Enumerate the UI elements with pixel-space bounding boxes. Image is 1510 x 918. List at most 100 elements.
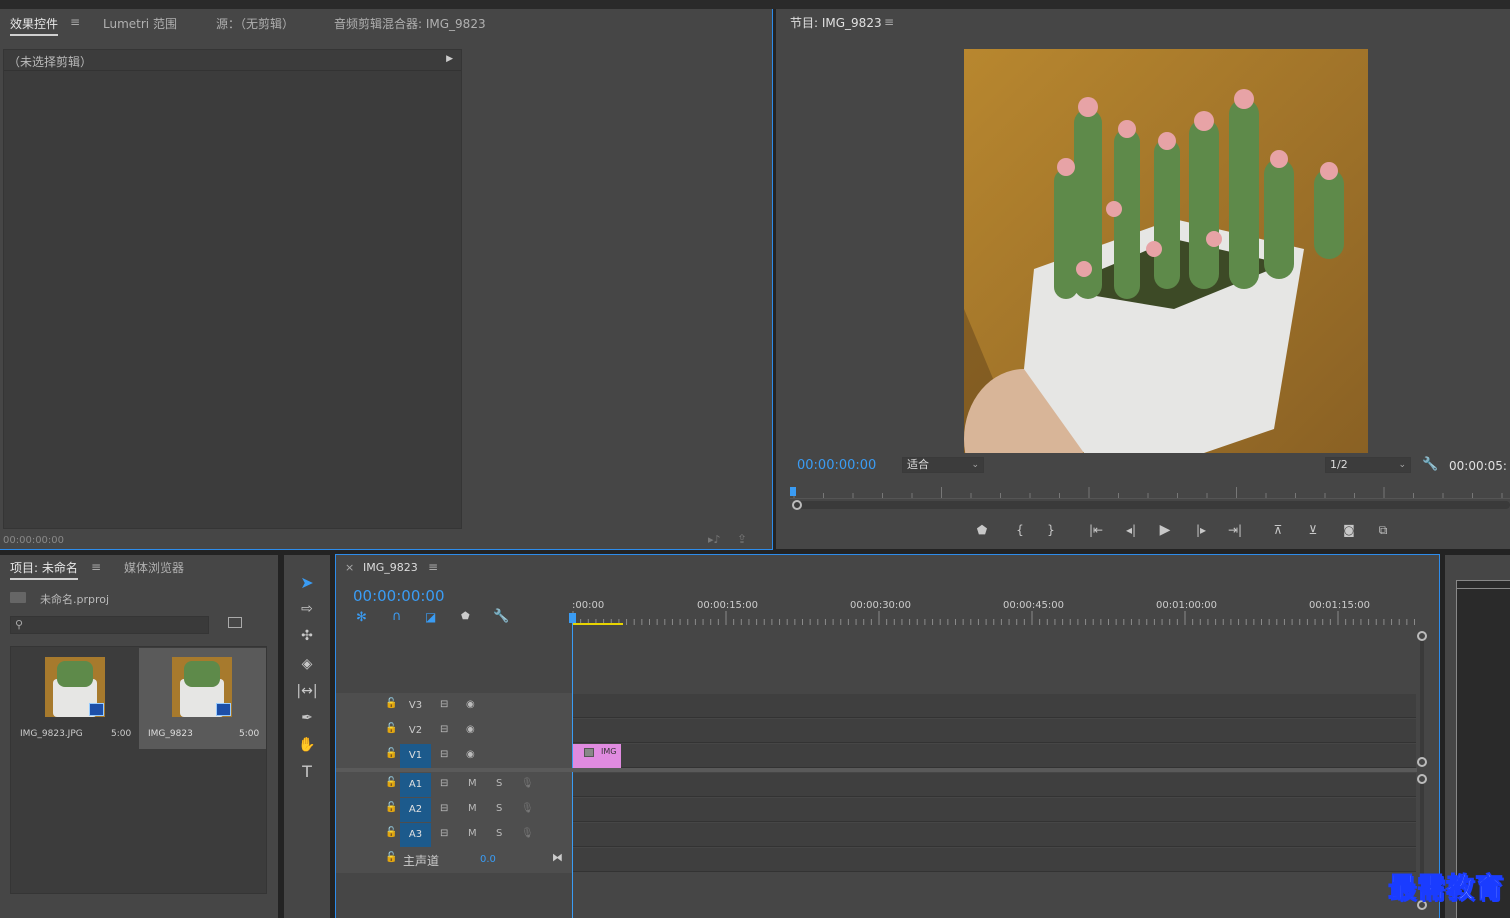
sync-lock-icon[interactable]: ⊟ (440, 699, 448, 710)
mark-out-button[interactable]: } (1042, 522, 1060, 538)
tab-program-monitor[interactable]: 节目: IMG_9823 (790, 14, 882, 31)
track-lane-v3[interactable] (573, 694, 1416, 718)
track-target-v2[interactable]: V2 (400, 719, 431, 743)
project-item-selected[interactable]: IMG_9823 5:00 (139, 648, 266, 749)
vertical-scroll-handle-audio[interactable] (1417, 774, 1427, 784)
effects-menu-icon[interactable]: ≡ (70, 15, 80, 29)
extract-button[interactable]: ⊻ (1304, 522, 1322, 538)
track-target-a2[interactable]: A2 (400, 798, 431, 822)
timeline-menu-icon[interactable]: ≡ (428, 560, 438, 574)
master-volume-value[interactable]: 0.0 (480, 854, 496, 865)
program-menu-icon[interactable]: ≡ (884, 15, 894, 29)
mute-button[interactable]: M (468, 778, 477, 789)
track-lane-a2[interactable] (573, 798, 1416, 822)
mute-button[interactable]: M (468, 828, 477, 839)
lock-icon[interactable]: 🔓 (385, 777, 397, 788)
vertical-scroll-handle-mid[interactable] (1417, 757, 1427, 767)
lock-icon[interactable]: 🔓 (385, 852, 397, 863)
track-target-a3[interactable]: A3 (400, 823, 431, 847)
export-icon[interactable]: ⇪ (737, 532, 747, 546)
export-frame-camera-icon[interactable]: ◙ (1340, 522, 1358, 538)
eye-icon[interactable]: ◉ (466, 724, 475, 735)
track-lane-a1[interactable] (573, 773, 1416, 797)
go-to-out-button[interactable]: ⇥| (1226, 522, 1244, 538)
track-select-tool-icon[interactable]: ⇨ (296, 598, 318, 620)
selection-tool-icon[interactable]: ➤ (296, 572, 318, 594)
sync-lock-icon[interactable]: ⊟ (440, 749, 448, 760)
new-search-bin-icon[interactable] (228, 617, 242, 628)
ripple-edit-tool-icon[interactable]: ✣ (296, 625, 318, 647)
lock-icon[interactable]: 🔓 (385, 748, 397, 759)
eye-icon[interactable]: ◉ (466, 749, 475, 760)
playhead-marker[interactable] (790, 487, 796, 496)
linked-selection-icon[interactable]: ◪ (425, 610, 436, 624)
work-area-bar[interactable] (573, 623, 623, 625)
nest-toggle-icon[interactable]: ✻ (356, 610, 367, 625)
track-lane-v2[interactable] (573, 719, 1416, 743)
go-to-in-button[interactable]: |⇤ (1087, 522, 1105, 538)
snap-magnet-icon[interactable]: ∩ (392, 609, 402, 624)
hand-tool-icon[interactable]: ✋ (296, 734, 318, 756)
razor-tool-icon[interactable]: ◈ (296, 653, 318, 675)
type-tool-icon[interactable]: T (296, 761, 318, 783)
microphone-icon[interactable]: 🎙 (521, 828, 534, 839)
track-target-a1[interactable]: A1 (400, 773, 431, 797)
zoom-handle[interactable] (792, 500, 802, 510)
pen-tool-icon[interactable]: ✒ (296, 707, 318, 729)
tab-effects-controls[interactable]: 效果控件 (10, 15, 59, 36)
tab-audio-clip-mixer[interactable]: 音频剪辑混合器: IMG_9823 (334, 15, 486, 32)
program-scrub-ruler[interactable] (790, 485, 1510, 499)
track-lane-a3[interactable] (573, 823, 1416, 847)
solo-button[interactable]: S (496, 828, 502, 839)
sync-lock-icon[interactable]: ⊟ (440, 803, 448, 814)
vertical-scroll-handle-top[interactable] (1417, 631, 1427, 641)
tab-source-monitor[interactable]: 源：（无剪辑） (216, 15, 294, 32)
sequence-tab-name[interactable]: IMG_9823 (363, 561, 418, 574)
settings-wrench-icon[interactable]: 🔧 (1422, 457, 1438, 472)
tab-lumetri-scopes[interactable]: Lumetri 范围 (103, 15, 177, 32)
solo-button[interactable]: S (496, 803, 502, 814)
tab-media-browser[interactable]: 媒体浏览器 (124, 559, 184, 576)
lift-button[interactable]: ⊼ (1269, 522, 1287, 538)
go-to-edit-point-icon[interactable]: ⧓ (552, 851, 563, 864)
project-item[interactable]: IMG_9823.JPG 5:00 (12, 648, 138, 749)
track-target-v1[interactable]: V1 (400, 744, 431, 768)
resolution-select[interactable]: 1/2 ⌄ (1325, 457, 1411, 473)
fit-select[interactable]: 适合 ⌄ (902, 457, 984, 473)
track-lane-master[interactable] (573, 848, 1416, 872)
audio-only-icon[interactable]: ▸♪ (708, 533, 721, 546)
vertical-scrollbar-video[interactable] (1420, 641, 1424, 757)
timeline-settings-wrench-icon[interactable]: 🔧 (493, 609, 509, 624)
microphone-icon[interactable]: 🎙 (521, 778, 534, 789)
step-forward-button[interactable]: |▸ (1192, 522, 1210, 538)
comparison-view-button[interactable]: ⧉ (1374, 522, 1392, 538)
lock-icon[interactable]: 🔓 (385, 827, 397, 838)
project-search-input[interactable]: ⚲ (10, 616, 209, 634)
sync-lock-icon[interactable]: ⊟ (440, 778, 448, 789)
solo-button[interactable]: S (496, 778, 502, 789)
play-button[interactable]: ▶ (1156, 522, 1174, 538)
timeline-clip[interactable]: IMG (573, 744, 621, 768)
mark-in-button[interactable]: { (1011, 522, 1029, 538)
timeline-playhead-handle[interactable] (569, 613, 576, 623)
lock-icon[interactable]: 🔓 (385, 698, 397, 709)
lock-icon[interactable]: 🔓 (385, 802, 397, 813)
sync-lock-icon[interactable]: ⊟ (440, 724, 448, 735)
eye-icon[interactable]: ◉ (466, 699, 475, 710)
add-marker-button[interactable]: ⬟ (973, 522, 991, 538)
close-sequence-icon[interactable]: × (345, 561, 354, 574)
program-current-timecode[interactable]: 00:00:00:00 (797, 458, 876, 473)
timeline-timecode[interactable]: 00:00:00:00 (353, 587, 445, 605)
track-lane-v1[interactable] (573, 744, 1416, 768)
slip-tool-icon[interactable]: |↔| (296, 680, 318, 702)
microphone-icon[interactable]: 🎙 (521, 803, 534, 814)
add-marker-icon[interactable]: ⬟ (461, 611, 470, 622)
step-back-button[interactable]: ◂| (1122, 522, 1140, 538)
tab-project[interactable]: 项目: 未命名 (10, 559, 78, 580)
mute-button[interactable]: M (468, 803, 477, 814)
project-menu-icon[interactable]: ≡ (91, 560, 101, 574)
sync-lock-icon[interactable]: ⊟ (440, 828, 448, 839)
lock-icon[interactable]: 🔓 (385, 723, 397, 734)
zoom-scrollbar[interactable] (794, 501, 1510, 509)
expand-arrow-icon[interactable]: ▶ (446, 54, 453, 64)
